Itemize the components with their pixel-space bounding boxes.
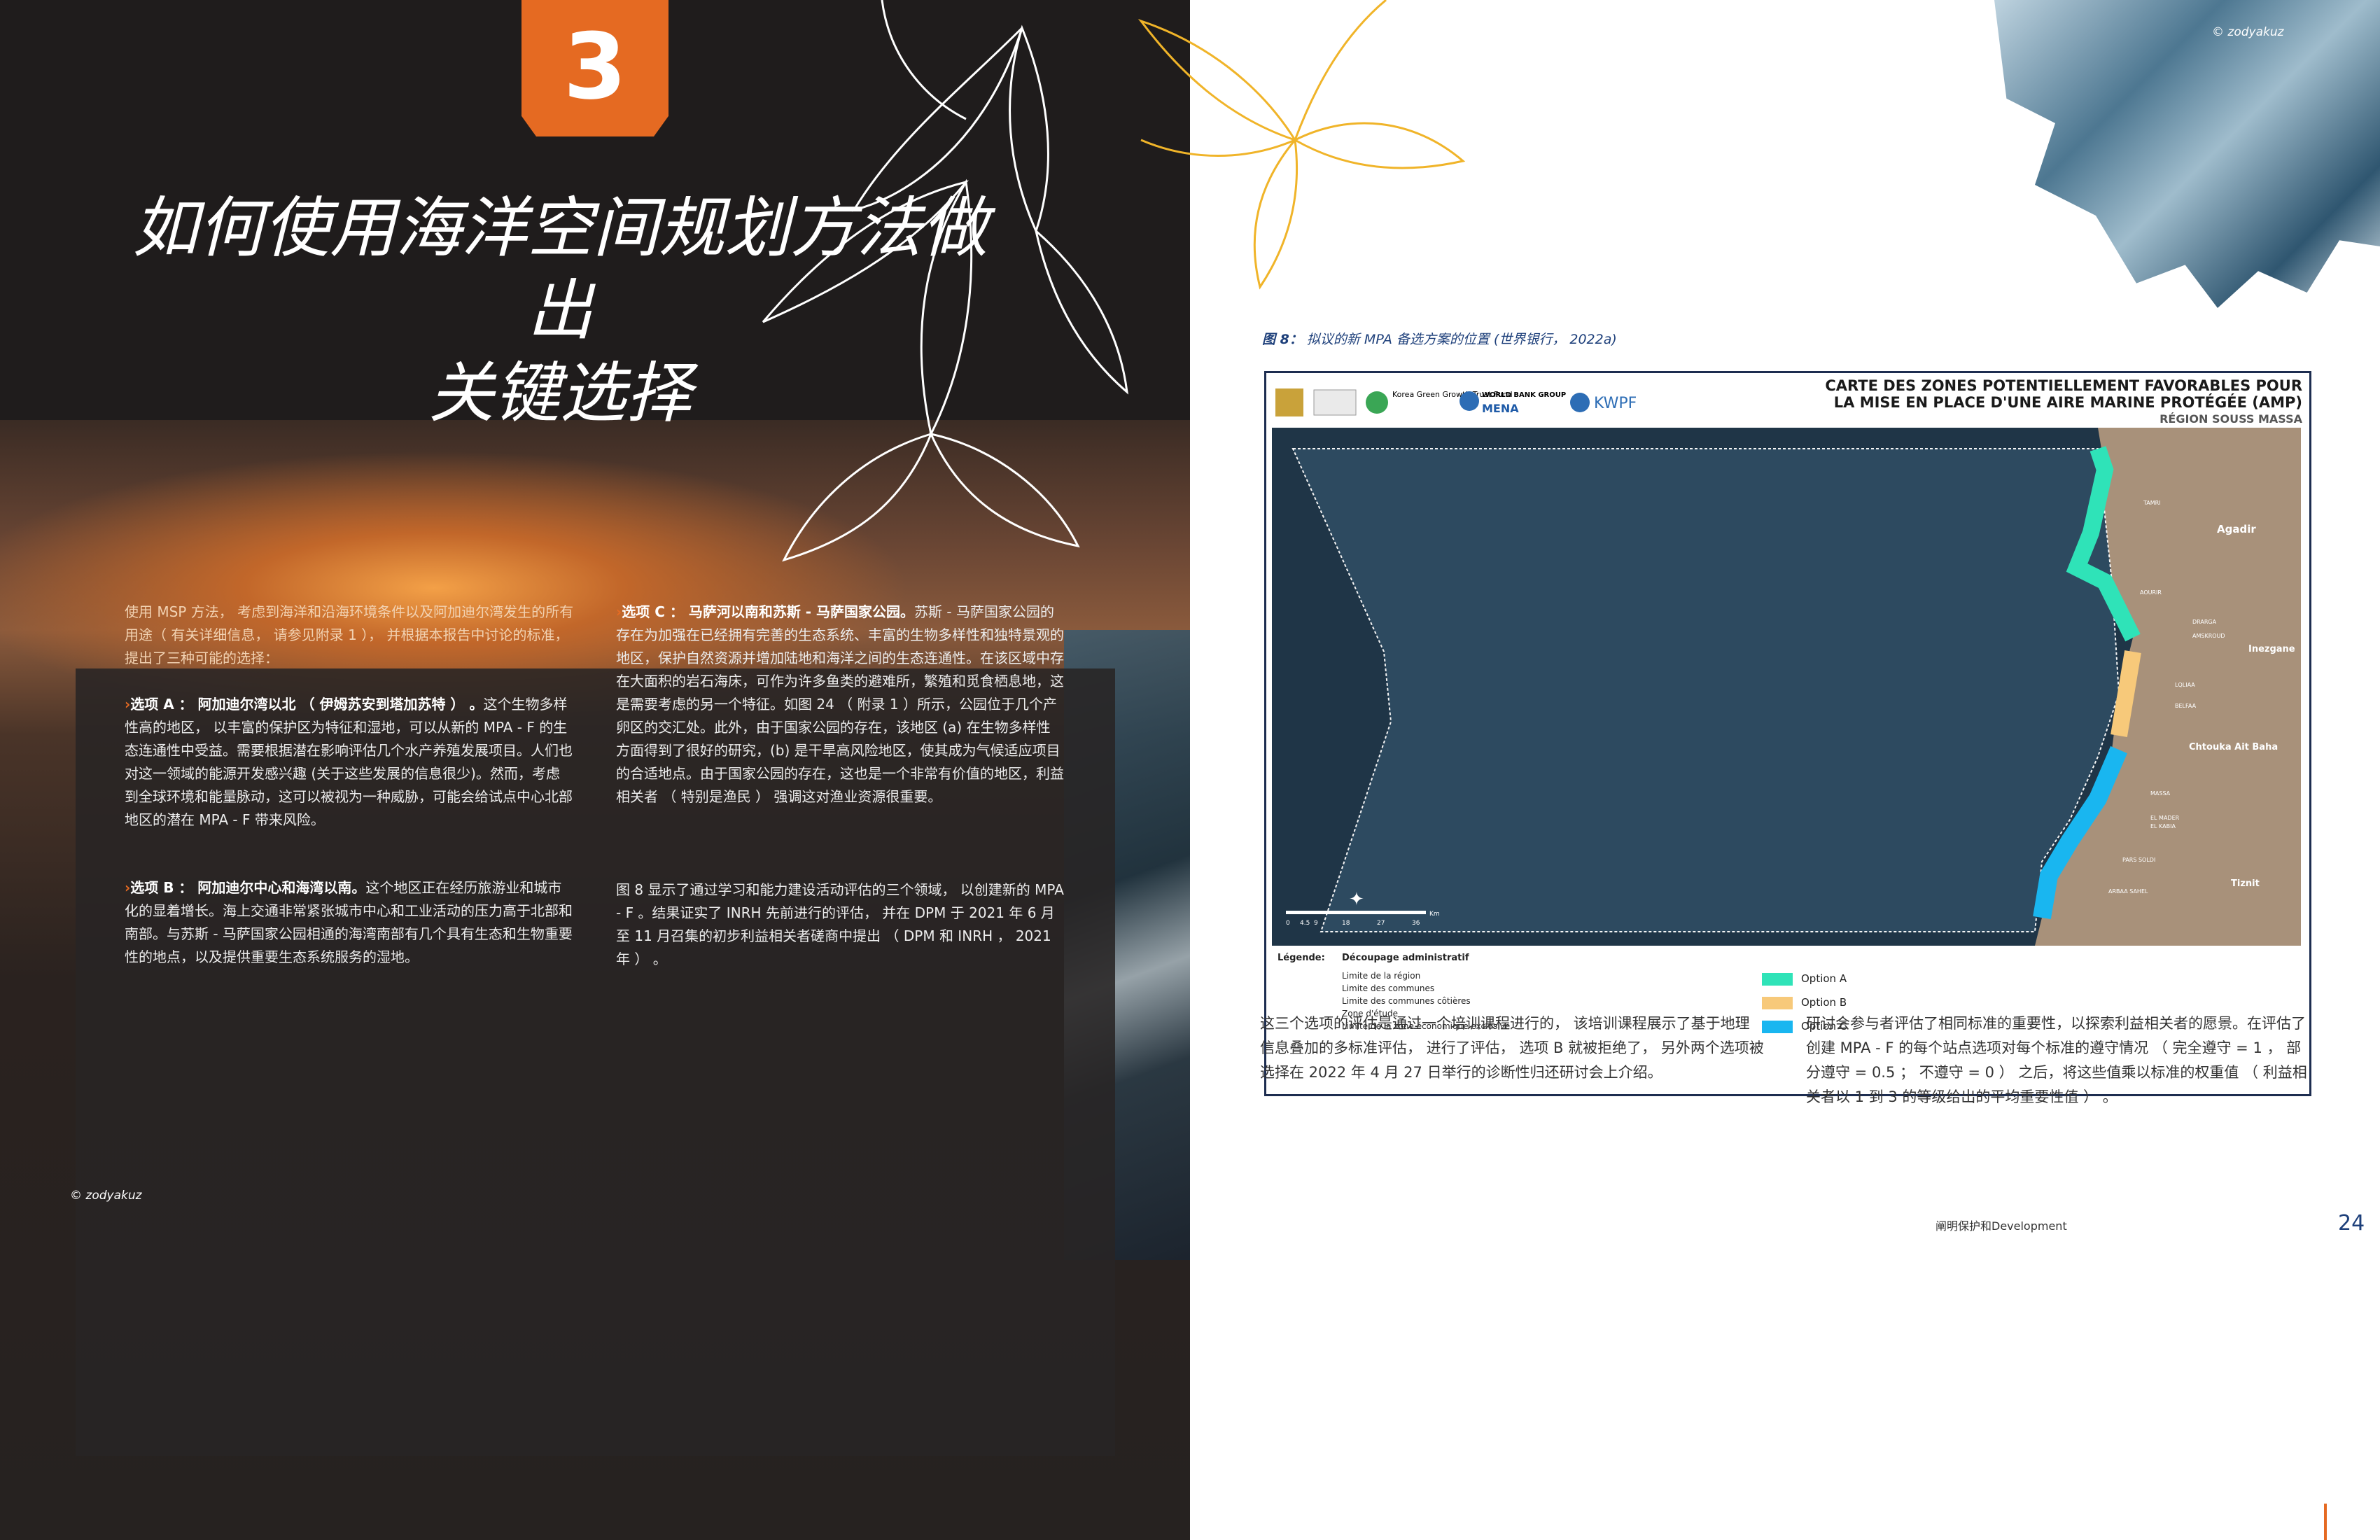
place-label: Chtouka Ait Baha [2189,742,2278,752]
scale-tick: 9 [1314,920,1318,927]
chevron-right-icon: › [616,603,622,620]
option-b-label: Option B [1801,996,1847,1009]
map-title-line1: CARTE DES ZONES POTENTIELLEMENT FAVORABL… [1825,377,2302,394]
orange-edge-mark [2324,1504,2327,1540]
commune-label: TAMRI [2143,500,2161,506]
commune-label: AMSKROUD [2192,633,2225,639]
map-canvas: Agadir Inezgane Chtouka Ait Baha Tiznit … [1272,428,2301,946]
figure-caption-label: 图 8： [1262,332,1303,347]
emblem-logo [1275,388,1303,416]
map-logos: Korea Green Growth Trust Fund WORLD BANK… [1272,380,1643,422]
left-page: 3 如何使用海洋空间规划方法做出 关键选择 使用 MSP 方法， 考虑到海洋和沿… [0,0,1190,1540]
korea-green-growth-logo [1366,391,1388,414]
map-figure: Korea Green Growth Trust Fund WORLD BANK… [1264,371,2311,1096]
body-paragraph-left: 这三个选项的评估是通过一个培训课程进行的， 该培训课程展示了基于地理信息叠加的多… [1260,1015,1764,1081]
map-title-line3: RÉGION SOUSS MASSA [2160,412,2302,426]
logo-strip: Korea Green Growth Trust Fund WORLD BANK… [1275,388,1637,416]
ministry-logo [1313,389,1357,416]
flower-line-decoration [1138,0,1466,290]
commune-label: EL MADER [2150,815,2180,821]
option-b-swatch [1762,996,1793,1009]
map-title-line2: LA MISE EN PLACE D'UNE AIRE MARINE PROTÉ… [1833,394,2302,411]
commune-label: EL KABIA [2150,823,2176,830]
legend-label: Légende: [1278,953,1325,963]
chevron-right-icon: › [125,879,131,896]
kwpf-logo-mark [1570,393,1590,412]
scale-tick: 36 [1412,920,1420,927]
option-a-label: Option A [1801,972,1847,985]
commune-label: ARBAA SAHEL [2108,888,2148,895]
scale-tick: 4.5 [1300,920,1310,927]
option-b-paragraph: ›选项 B ： 阿加迪尔中心和海湾以南。这个地区正在经历旅游业和城市化的显着增长… [125,876,573,969]
chapter-title-line2: 关键选择 [428,356,692,432]
scale-bar-line [1286,911,1426,914]
commune-label: DRARGA [2192,619,2217,625]
world-bank-globe-logo [1460,391,1479,411]
commune-label: PARS SOLDI [2122,857,2155,863]
option-a-paragraph: ›选项 A ： 阿加迪尔湾以北 （ 伊姆苏安到塔加苏特 ） 。这个生物多样性高的… [125,693,573,832]
legend-item: Limite de la région [1342,971,1421,981]
logo-kwpf: KWPF [1594,395,1637,412]
option-c-swatch [1762,1020,1793,1033]
chapter-title-line1: 如何使用海洋空间规划方法做出 [132,190,988,349]
figure-caption-text: 拟议的新 MPA 备选方案的位置 (世界银行， 2022a) [1306,332,1617,347]
place-label: Tiznit [2231,878,2260,889]
footer-text: 阐明保护和Development [1935,1219,2067,1233]
commune-label: BELFAA [2175,703,2197,709]
north-arrow-icon: ✦ [1349,889,1364,910]
page-number: 24 [2338,1211,2365,1236]
legend-item: Limite des communes [1342,983,1435,993]
figure-caption: 图 8： 拟议的新 MPA 备选方案的位置 (世界银行， 2022a) [1262,329,1617,348]
commune-label: LQLIAA [2175,682,2195,688]
intro-paragraph: 使用 MSP 方法， 考虑到海洋和沿海环境条件以及阿加迪尔湾发生的所有用途（ 有… [125,603,574,666]
scale-tick: 18 [1342,920,1350,927]
logo-world-bank: WORLD BANK GROUP [1482,391,1566,399]
chevron-right-icon: › [125,696,131,713]
commune-label: MASSA [2150,790,2171,797]
option-a-text: 这个生物多样性高的地区， 以丰富的保护区为特征和湿地，可以从新的 MPA - F… [125,696,573,828]
option-a-swatch [1762,972,1793,986]
legend-admin-heading: Découpage administratif [1342,953,1469,963]
option-c-paragraph: ›选项 C ： 马萨河以南和苏斯 - 马萨国家公园。苏斯 - 马萨国家公园的存在… [616,601,1064,808]
option-c-text: 苏斯 - 马萨国家公园的存在为加强在已经拥有完善的生态系统、丰富的生物多样性和独… [616,603,1064,805]
scale-tick: 0 [1286,920,1290,927]
option-c-title: 选项 C ： 马萨河以南和苏斯 - 马萨国家公园。 [622,603,915,620]
option-a-title: 选项 A ： 阿加迪尔湾以北 （ 伊姆苏安到塔加苏特 ） 。 [130,696,484,713]
option-b-title: 选项 B ： 阿加迪尔中心和海湾以南。 [130,879,366,896]
map-title: CARTE DES ZONES POTENTIELLEMENT FAVORABL… [1825,377,2302,428]
chapter-number-badge: 3 [522,0,668,136]
scale-tick: 27 [1377,920,1385,927]
figure8-paragraph: 图 8 显示了通过学习和能力建设活动评估的三个领域， 以创建新的 MPA - F… [616,881,1064,967]
legend-item: Limite des communes côtières [1342,996,1471,1006]
body-paragraph-right: 研讨会参与者评估了相同标准的重要性，以探索利益相关者的愿景。在评估了创建 MPA… [1806,1015,2307,1105]
photo-credit: © zodyakuz [70,1189,142,1203]
commune-label: AOURIR [2140,589,2162,596]
logo-mena: MENA [1482,402,1519,415]
option-legend-item: Option A [1762,967,1847,990]
place-label: Agadir [2217,523,2256,536]
photo-credit: © zodyakuz [2212,25,2284,39]
chapter-title: 如何使用海洋空间规划方法做出 关键选择 [126,188,994,435]
scale-unit: Km [1429,911,1440,918]
option-legend-item: Option B [1762,990,1847,1014]
study-zone [1292,448,2120,932]
map-area: Agadir Inezgane Chtouka Ait Baha Tiznit … [1272,428,2301,946]
place-label: Inezgane [2248,644,2295,654]
